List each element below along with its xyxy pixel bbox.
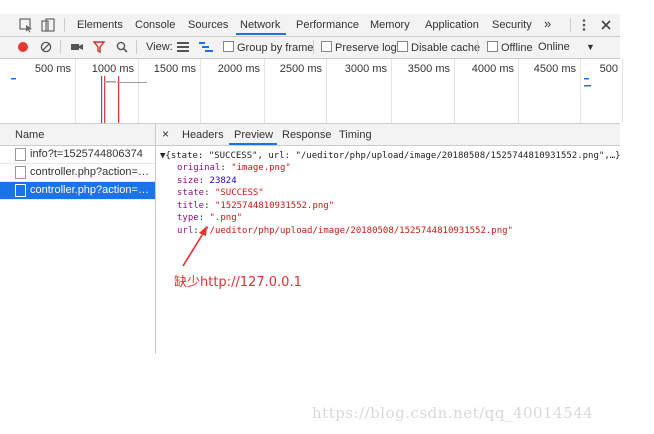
annotation-text: 缺少http://127.0.0.1 [174,275,302,290]
watermark: https://blog.csdn.net/qq_40014544 [312,404,594,422]
annotation-arrow [182,226,207,267]
